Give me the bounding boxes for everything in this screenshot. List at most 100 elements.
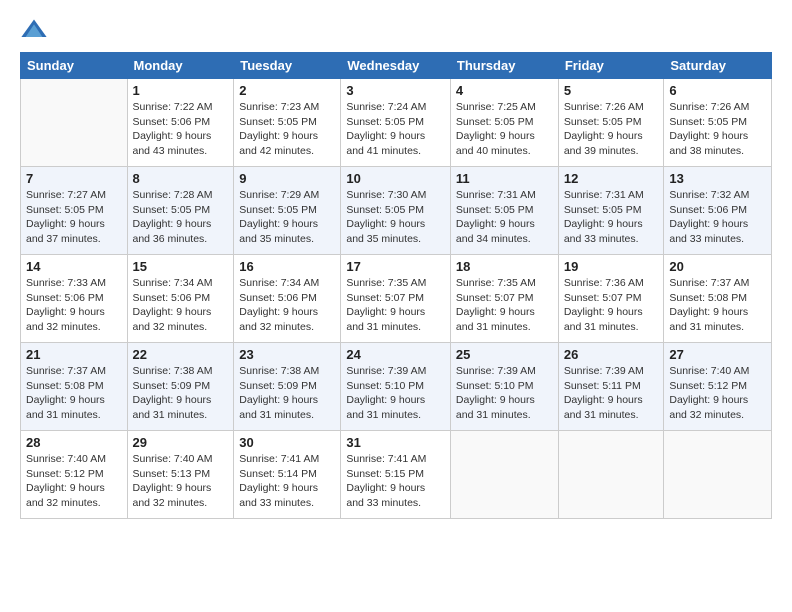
day-info: Sunrise: 7:34 AMSunset: 5:06 PMDaylight:… — [239, 276, 335, 335]
day-number: 8 — [133, 171, 229, 186]
day-number: 28 — [26, 435, 122, 450]
calendar-week-row: 14Sunrise: 7:33 AMSunset: 5:06 PMDayligh… — [21, 255, 772, 343]
calendar-week-row: 1 Sunrise: 7:22 AMSunset: 5:06 PMDaylight… — [21, 79, 772, 167]
calendar-cell: 21 Sunrise: 7:37 AMSunset: 5:08 PMDayligh… — [21, 343, 128, 431]
day-number: 29 — [133, 435, 229, 450]
weekday-header-monday: Monday — [127, 53, 234, 79]
calendar-cell: 29Sunrise: 7:40 AMSunset: 5:13 PMDayligh… — [127, 431, 234, 519]
weekday-header-tuesday: Tuesday — [234, 53, 341, 79]
day-info: Sunrise: 7:35 AMSunset: 5:07 PMDaylight:… — [346, 276, 445, 335]
calendar-cell: 28 Sunrise: 7:40 AMSunset: 5:12 PMDayligh… — [21, 431, 128, 519]
calendar-cell: 15Sunrise: 7:34 AMSunset: 5:06 PMDayligh… — [127, 255, 234, 343]
day-info: Sunrise: 7:32 AMSunset: 5:06 PMDaylight:… — [669, 188, 766, 247]
calendar-cell — [558, 431, 664, 519]
calendar-cell — [21, 79, 128, 167]
calendar-week-row: 21 Sunrise: 7:37 AMSunset: 5:08 PMDayligh… — [21, 343, 772, 431]
calendar-container: SundayMondayTuesdayWednesdayThursdayFrid… — [0, 0, 792, 529]
day-info: Sunrise: 7:37 AMSunset: 5:08 PMDaylight:… — [26, 364, 122, 423]
calendar-cell: 23 Sunrise: 7:38 AMSunset: 5:09 PMDayligh… — [234, 343, 341, 431]
calendar-cell: 30 Sunrise: 7:41 AMSunset: 5:14 PMDayligh… — [234, 431, 341, 519]
calendar-cell: 25Sunrise: 7:39 AMSunset: 5:10 PMDayligh… — [450, 343, 558, 431]
day-number: 24 — [346, 347, 445, 362]
day-number: 7 — [26, 171, 122, 186]
day-number: 1 — [133, 83, 229, 98]
day-info: Sunrise: 7:23 AMSunset: 5:05 PMDaylight:… — [239, 100, 335, 159]
calendar-cell: 6 Sunrise: 7:26 AMSunset: 5:05 PMDaylight… — [664, 79, 772, 167]
day-number: 13 — [669, 171, 766, 186]
day-number: 11 — [456, 171, 553, 186]
day-info: Sunrise: 7:39 AMSunset: 5:10 PMDaylight:… — [456, 364, 553, 423]
calendar-week-row: 7 Sunrise: 7:27 AMSunset: 5:05 PMDaylight… — [21, 167, 772, 255]
day-number: 4 — [456, 83, 553, 98]
weekday-header-saturday: Saturday — [664, 53, 772, 79]
day-info: Sunrise: 7:29 AMSunset: 5:05 PMDaylight:… — [239, 188, 335, 247]
day-info: Sunrise: 7:28 AMSunset: 5:05 PMDaylight:… — [133, 188, 229, 247]
calendar-cell: 1 Sunrise: 7:22 AMSunset: 5:06 PMDaylight… — [127, 79, 234, 167]
logo — [20, 16, 52, 44]
day-info: Sunrise: 7:30 AMSunset: 5:05 PMDaylight:… — [346, 188, 445, 247]
calendar-cell — [664, 431, 772, 519]
day-info: Sunrise: 7:39 AMSunset: 5:11 PMDaylight:… — [564, 364, 659, 423]
day-number: 15 — [133, 259, 229, 274]
day-number: 31 — [346, 435, 445, 450]
calendar-cell: 31 Sunrise: 7:41 AMSunset: 5:15 PMDayligh… — [341, 431, 451, 519]
day-info: Sunrise: 7:26 AMSunset: 5:05 PMDaylight:… — [669, 100, 766, 159]
day-info: Sunrise: 7:40 AMSunset: 5:12 PMDaylight:… — [26, 452, 122, 511]
day-number: 26 — [564, 347, 659, 362]
day-number: 10 — [346, 171, 445, 186]
day-number: 20 — [669, 259, 766, 274]
calendar-cell: 19 Sunrise: 7:36 AMSunset: 5:07 PMDayligh… — [558, 255, 664, 343]
day-info: Sunrise: 7:41 AMSunset: 5:15 PMDaylight:… — [346, 452, 445, 511]
day-number: 30 — [239, 435, 335, 450]
day-number: 2 — [239, 83, 335, 98]
day-number: 14 — [26, 259, 122, 274]
calendar-cell: 7 Sunrise: 7:27 AMSunset: 5:05 PMDaylight… — [21, 167, 128, 255]
header-section — [20, 16, 772, 44]
calendar-cell: 16 Sunrise: 7:34 AMSunset: 5:06 PMDayligh… — [234, 255, 341, 343]
weekday-header-friday: Friday — [558, 53, 664, 79]
calendar-cell: 12Sunrise: 7:31 AMSunset: 5:05 PMDayligh… — [558, 167, 664, 255]
day-number: 21 — [26, 347, 122, 362]
day-info: Sunrise: 7:35 AMSunset: 5:07 PMDaylight:… — [456, 276, 553, 335]
calendar-cell: 18 Sunrise: 7:35 AMSunset: 5:07 PMDayligh… — [450, 255, 558, 343]
calendar-cell: 3 Sunrise: 7:24 AMSunset: 5:05 PMDaylight… — [341, 79, 451, 167]
day-info: Sunrise: 7:38 AMSunset: 5:09 PMDaylight:… — [133, 364, 229, 423]
day-info: Sunrise: 7:22 AMSunset: 5:06 PMDaylight:… — [133, 100, 229, 159]
day-number: 3 — [346, 83, 445, 98]
day-info: Sunrise: 7:31 AMSunset: 5:05 PMDaylight:… — [456, 188, 553, 247]
weekday-header-wednesday: Wednesday — [341, 53, 451, 79]
day-number: 17 — [346, 259, 445, 274]
day-number: 27 — [669, 347, 766, 362]
day-number: 19 — [564, 259, 659, 274]
day-number: 9 — [239, 171, 335, 186]
calendar-cell: 8 Sunrise: 7:28 AMSunset: 5:05 PMDaylight… — [127, 167, 234, 255]
day-number: 12 — [564, 171, 659, 186]
day-info: Sunrise: 7:37 AMSunset: 5:08 PMDaylight:… — [669, 276, 766, 335]
day-info: Sunrise: 7:26 AMSunset: 5:05 PMDaylight:… — [564, 100, 659, 159]
calendar-cell: 24Sunrise: 7:39 AMSunset: 5:10 PMDayligh… — [341, 343, 451, 431]
weekday-header-row: SundayMondayTuesdayWednesdayThursdayFrid… — [21, 53, 772, 79]
day-number: 16 — [239, 259, 335, 274]
calendar-week-row: 28 Sunrise: 7:40 AMSunset: 5:12 PMDayligh… — [21, 431, 772, 519]
day-number: 22 — [133, 347, 229, 362]
day-info: Sunrise: 7:24 AMSunset: 5:05 PMDaylight:… — [346, 100, 445, 159]
calendar-table: SundayMondayTuesdayWednesdayThursdayFrid… — [20, 52, 772, 519]
day-number: 5 — [564, 83, 659, 98]
calendar-cell: 13 Sunrise: 7:32 AMSunset: 5:06 PMDayligh… — [664, 167, 772, 255]
calendar-cell: 4 Sunrise: 7:25 AMSunset: 5:05 PMDaylight… — [450, 79, 558, 167]
calendar-cell: 17 Sunrise: 7:35 AMSunset: 5:07 PMDayligh… — [341, 255, 451, 343]
day-info: Sunrise: 7:27 AMSunset: 5:05 PMDaylight:… — [26, 188, 122, 247]
calendar-cell — [450, 431, 558, 519]
weekday-header-sunday: Sunday — [21, 53, 128, 79]
calendar-cell: 11 Sunrise: 7:31 AMSunset: 5:05 PMDayligh… — [450, 167, 558, 255]
day-info: Sunrise: 7:36 AMSunset: 5:07 PMDaylight:… — [564, 276, 659, 335]
day-number: 6 — [669, 83, 766, 98]
logo-icon — [20, 16, 48, 44]
day-number: 23 — [239, 347, 335, 362]
calendar-cell: 14Sunrise: 7:33 AMSunset: 5:06 PMDayligh… — [21, 255, 128, 343]
day-info: Sunrise: 7:25 AMSunset: 5:05 PMDaylight:… — [456, 100, 553, 159]
day-info: Sunrise: 7:41 AMSunset: 5:14 PMDaylight:… — [239, 452, 335, 511]
day-number: 18 — [456, 259, 553, 274]
day-info: Sunrise: 7:38 AMSunset: 5:09 PMDaylight:… — [239, 364, 335, 423]
calendar-cell: 26 Sunrise: 7:39 AMSunset: 5:11 PMDayligh… — [558, 343, 664, 431]
